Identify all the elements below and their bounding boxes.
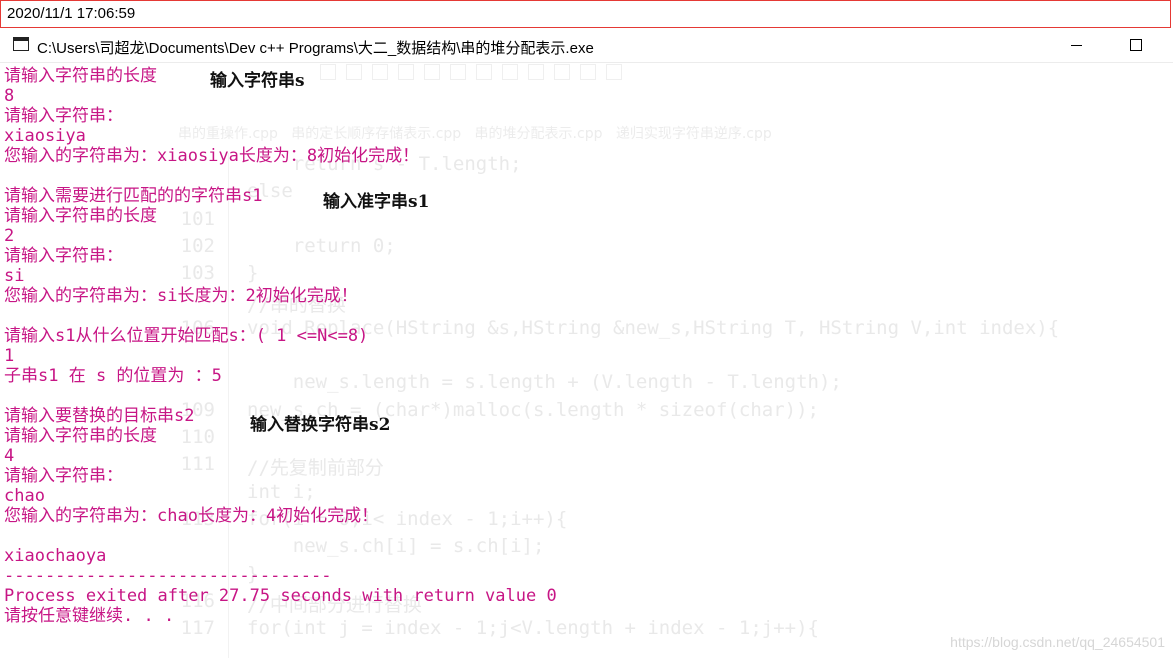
console-line: 您输入的字符串为：xiaosiya长度为：8初始化完成！ <box>4 146 420 166</box>
console-line: 请输入字符串的长度 <box>4 426 157 446</box>
ghost-code-text: new_s.length = s.length + (V.length - T.… <box>247 371 842 394</box>
minimize-icon <box>1070 44 1082 46</box>
ghost-line-number: 103 <box>180 262 215 285</box>
annotation-input-s: 输入字符串s <box>210 71 305 91</box>
ghost-code-text: new_s.ch[i] = s.ch[i]; <box>247 535 545 558</box>
ghost-line-number: 111 <box>180 453 215 476</box>
console-line: xiaochaoya <box>4 546 107 566</box>
ghost-line-number: 110 <box>180 426 215 448</box>
ghost-code-text: int i; <box>247 480 316 503</box>
console-line: 请输入字符串： <box>4 106 123 126</box>
console-line: -------------------------------- <box>4 566 332 586</box>
window-title: C:\Users\司超龙\Documents\Dev c++ Programs\… <box>37 40 594 57</box>
console-line: 4 <box>4 446 15 466</box>
ghost-line-number: 102 <box>180 234 215 257</box>
console-line: 请输入要替换的目标串s2 <box>4 406 195 426</box>
console-line: 请输入需要进行匹配的的字符串s1 <box>4 186 263 206</box>
console-line: 请输入字符串： <box>4 246 123 266</box>
ghost-editor-tabs: 串的重操作.cpp 串的定长顺序存储表示.cpp 串的堆分配表示.cpp 递归实… <box>178 126 772 142</box>
maximize-icon <box>1130 39 1142 51</box>
console-line: 8 <box>4 86 15 106</box>
console-line: xiaosiya <box>4 126 86 146</box>
ghost-line-number: 117 <box>180 617 215 640</box>
ghost-line-number: 101 <box>180 207 215 230</box>
ghost-code-text: void Replace(HString &s,HString &new_s,H… <box>247 316 1060 339</box>
ghost-code-text: //先复制前部分 <box>247 457 384 480</box>
console-line: 请输入字符串的长度 <box>4 206 157 226</box>
console-line: Process exited after 27.75 seconds with … <box>4 586 557 606</box>
console-line: 子串s1 在 s 的位置为 ：5 <box>4 366 222 386</box>
console-line: 请按任意键继续. . . <box>4 606 175 626</box>
maximize-button[interactable] <box>1113 30 1159 60</box>
ghost-code-text: return 0; <box>247 234 396 257</box>
console-area[interactable]: 串的重操作.cpp 串的定长顺序存储表示.cpp 串的堆分配表示.cpp 递归实… <box>0 63 1173 658</box>
console-line: si <box>4 266 25 286</box>
console-app-icon <box>13 37 29 51</box>
ghost-code-text: for(int j = index - 1;j<V.length + index… <box>247 617 819 640</box>
watermark-text: https://blog.csdn.net/qq_24654501 <box>950 634 1165 650</box>
console-line: chao <box>4 486 45 506</box>
timestamp-bar: 2020/11/1 17:06:59 <box>0 0 1171 28</box>
console-line: 2 <box>4 226 15 246</box>
console-line: 您输入的字符串为：si长度为：2初始化完成！ <box>4 286 358 306</box>
annotation-input-s2: 输入替换字符串s2 <box>250 415 391 435</box>
ghost-code-text: } <box>247 262 259 285</box>
ghost-toolbar <box>320 63 1080 85</box>
console-line: 请输入字符串： <box>4 466 123 486</box>
console-line: 您输入的字符串为：chao长度为：4初始化完成！ <box>4 506 379 526</box>
console-line: 请输入字符串的长度 <box>4 66 157 86</box>
minimize-button[interactable] <box>1053 30 1099 60</box>
annotation-input-s1: 输入准字串s1 <box>323 192 430 212</box>
window-titlebar[interactable]: C:\Users\司超龙\Documents\Dev c++ Programs\… <box>0 30 1173 63</box>
console-line: 1 <box>4 346 15 366</box>
timestamp-text: 2020/11/1 17:06:59 <box>7 5 136 22</box>
console-line: 请输入s1从什么位置开始匹配s：( 1 <=N<=8) <box>4 326 369 346</box>
